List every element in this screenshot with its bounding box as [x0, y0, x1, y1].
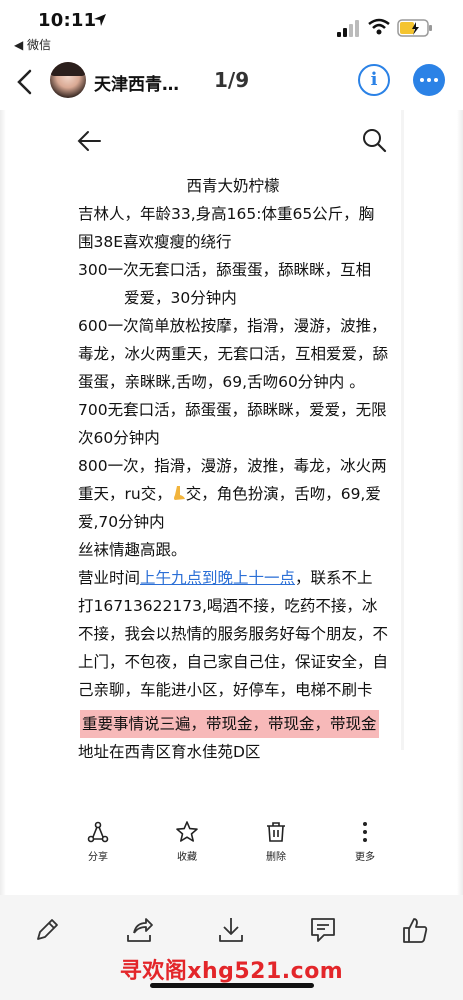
foot-emoji-icon	[173, 486, 185, 500]
avatar[interactable]	[50, 62, 86, 98]
doc-paragraph: 600一次简单放松按摩，指滑，漫游，波推，毒龙，冰火两重天，无套口活，互相爱爱，…	[78, 317, 389, 447]
doc-action-bar: 分享 收藏 删除 更多	[60, 816, 400, 876]
image-viewer: 西青大奶柠檬 吉林人，年龄33,身高165:体重65公斤，胸围38E喜欢瘦瘦的绕…	[0, 110, 463, 895]
document-body: 西青大奶柠檬 吉林人，年龄33,身高165:体重65公斤，胸围38E喜欢瘦瘦的绕…	[78, 172, 388, 766]
doc-text: ，联系不上打16713622173,喝酒不接，吃药不接，冰不接，我会以热情的服务…	[78, 569, 389, 699]
trash-icon	[267, 822, 285, 842]
more-icon[interactable]	[413, 64, 445, 96]
doc-paragraph: 丝袜情趣高跟。	[78, 541, 187, 559]
watermark-text: 寻欢阁xhg521.com	[119, 959, 344, 984]
back-arrow-icon[interactable]	[12, 68, 38, 96]
status-bar: 10:11 ◀ 微信	[0, 0, 463, 56]
back-to-wechat-link[interactable]: ◀ 微信	[14, 36, 51, 53]
wifi-icon	[368, 18, 390, 35]
signal-icon	[337, 20, 359, 37]
star-icon	[176, 821, 198, 842]
doc-paragraph: 重要事情说三遍，带现金，带现金，带现金	[78, 710, 388, 738]
share-label: 分享	[88, 852, 108, 863]
status-time: 10:11	[38, 10, 97, 31]
more-options-button[interactable]: 更多	[335, 816, 395, 863]
location-arrow-icon	[94, 14, 106, 26]
doc-paragraph: 爱爱，30分钟内	[124, 289, 237, 307]
doc-paragraph: 地址在西青区育水佳苑D区	[78, 743, 261, 761]
bottom-toolbar: 寻欢阁xhg521.com	[0, 895, 463, 1000]
forward-icon[interactable]	[124, 915, 154, 945]
share-button[interactable]: 分享	[68, 816, 128, 863]
favorite-button[interactable]: 收藏	[157, 816, 217, 863]
doc-scrollbar[interactable]	[401, 110, 404, 750]
doc-paragraph: 300一次无套口活，舔蛋蛋，舔眯眯，互相	[78, 261, 372, 279]
delete-label: 删除	[266, 852, 286, 863]
page-counter: 1/9	[214, 68, 250, 92]
doc-paragraph: 吉林人，年龄33,身高165:体重65公斤，胸围38E喜欢瘦瘦的绕行	[78, 205, 375, 251]
edit-icon[interactable]	[32, 915, 62, 945]
highlighted-notice: 重要事情说三遍，带现金，带现金，带现金	[80, 710, 379, 738]
search-icon[interactable]	[360, 126, 388, 154]
doc-paragraph: 营业时间上午九点到晚上十一点，联系不上打16713622173,喝酒不接，吃药不…	[78, 564, 388, 704]
share-icon	[87, 821, 109, 843]
hours-link[interactable]: 上午九点到晚上十一点	[140, 569, 295, 587]
chat-header: 天津西青… 1/9 i	[0, 56, 463, 110]
more-vertical-icon	[363, 822, 367, 842]
comment-icon[interactable]	[308, 915, 338, 945]
doc-text: 营业时间	[78, 569, 141, 587]
page-edge-right	[457, 110, 463, 895]
info-icon[interactable]: i	[358, 64, 390, 96]
page-edge-left	[0, 110, 6, 895]
battery-icon	[397, 19, 432, 37]
download-icon[interactable]	[216, 915, 246, 945]
doc-paragraph: 800一次，指滑，漫游，波推，毒龙，冰火两重天，ru交， 交，角色扮演，舌吻，69…	[78, 452, 388, 536]
chat-title[interactable]: 天津西青…	[94, 70, 179, 95]
delete-button[interactable]: 删除	[246, 816, 306, 863]
doc-back-icon[interactable]	[74, 126, 104, 156]
thumbs-up-icon[interactable]	[400, 915, 430, 945]
more-label: 更多	[355, 852, 375, 863]
favorite-label: 收藏	[177, 852, 197, 863]
home-indicator[interactable]	[150, 983, 314, 988]
doc-heading: 西青大奶柠檬	[186, 177, 280, 195]
